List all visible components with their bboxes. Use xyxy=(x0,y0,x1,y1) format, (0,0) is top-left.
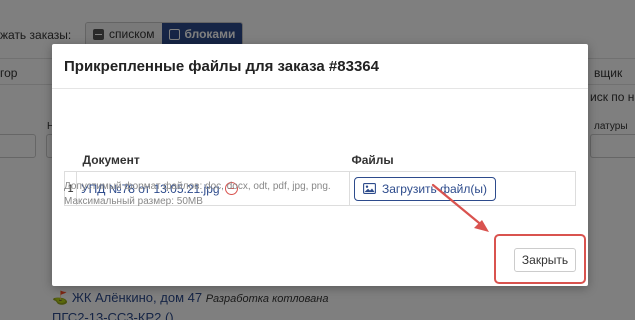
modal-body: Документ Файлы 1 УПД №78 от 13.05.21.jpg xyxy=(52,89,588,206)
upload-files-label: Загрузить файл(ы) xyxy=(382,181,487,196)
files-cell: Загрузить файл(ы) xyxy=(349,171,576,206)
modal-title: Прикрепленные файлы для заказа #83364 xyxy=(64,57,379,75)
hint-formats: Допустимый формат файлов: doc, docx, odt… xyxy=(64,181,331,192)
upload-files-button[interactable]: Загрузить файл(ы) xyxy=(354,176,496,201)
header-num xyxy=(65,153,77,172)
upload-hint: Допустимый формат файлов: doc, docx, odt… xyxy=(64,179,331,209)
image-icon xyxy=(363,183,376,194)
header-files: Файлы xyxy=(351,153,394,167)
hint-size: Максимальный размер: 50MB xyxy=(64,196,203,207)
header-document: Документ xyxy=(82,153,140,167)
modal-header: Прикрепленные файлы для заказа #83364 xyxy=(52,44,588,89)
close-button[interactable]: Закрыть xyxy=(514,248,576,272)
